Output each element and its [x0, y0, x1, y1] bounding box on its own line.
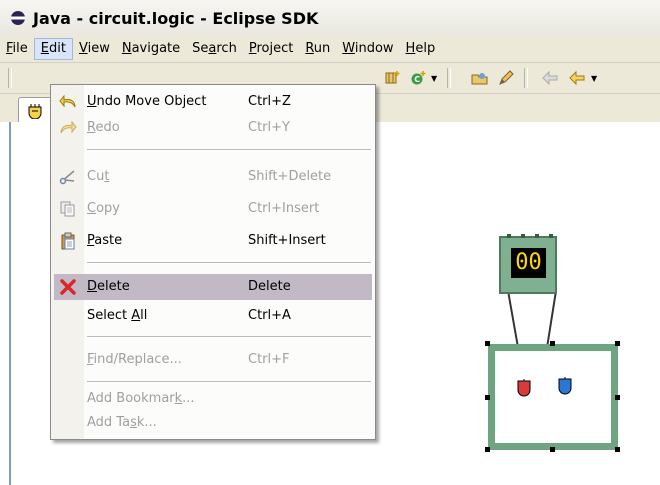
- menu-separator: [87, 336, 371, 338]
- toolbar-separator: [8, 68, 12, 88]
- selection-handle[interactable]: [615, 341, 620, 346]
- redo-icon: [59, 119, 77, 137]
- menu-project[interactable]: Project: [243, 38, 300, 60]
- menu-search[interactable]: Search: [186, 38, 243, 60]
- selection-handle[interactable]: [550, 341, 555, 346]
- window-title: Java - circuit.logic - Eclipse SDK: [33, 8, 319, 28]
- menu-separator: [87, 381, 371, 383]
- menu-accelerator: Ctrl+F: [248, 352, 290, 367]
- menu-view[interactable]: View: [73, 38, 116, 60]
- title-bar: Java - circuit.logic - Eclipse SDK: [0, 0, 660, 37]
- menu-file[interactable]: File: [0, 38, 34, 60]
- selected-circuit-container[interactable]: [488, 344, 618, 450]
- menu-edit[interactable]: Edit: [33, 38, 73, 60]
- menu-accelerator: Ctrl+A: [248, 308, 291, 323]
- logic-file-icon: [28, 103, 42, 119]
- menu-accelerator: Shift+Insert: [248, 233, 326, 248]
- menu-item-paste[interactable]: Paste Shift+Insert: [51, 228, 375, 254]
- menu-window[interactable]: Window: [336, 38, 399, 60]
- menu-accelerator: Ctrl+Z: [248, 94, 291, 109]
- delete-icon: [59, 278, 77, 296]
- hex-display-value: 00: [511, 248, 546, 278]
- menu-item-copy[interactable]: Copy Ctrl+Insert: [51, 196, 375, 222]
- menu-item-add-bookmark[interactable]: Add Bookmark...: [51, 386, 375, 412]
- selection-handle[interactable]: [615, 395, 620, 400]
- menu-accelerator: Delete: [248, 279, 291, 294]
- menu-accelerator: Ctrl+Insert: [248, 201, 320, 216]
- menu-item-cut[interactable]: Cut Shift+Delete: [51, 164, 375, 190]
- svg-text:C: C: [414, 75, 420, 84]
- copy-icon: [59, 200, 77, 218]
- toolbar-separator: [524, 68, 528, 88]
- new-package-icon[interactable]: [382, 68, 402, 88]
- menu-bar: File Edit View Navigate Search Project R…: [0, 36, 660, 63]
- chevron-down-icon[interactable]: ▼: [431, 74, 437, 83]
- led-blue-icon[interactable]: [558, 377, 572, 397]
- paste-icon: [59, 232, 77, 250]
- selection-handle[interactable]: [485, 395, 490, 400]
- edit-menu-dropdown: Undo Move Object Ctrl+Z Redo Ctrl+Y Cut …: [50, 84, 376, 440]
- menu-item-select-all[interactable]: Select All Ctrl+A: [51, 303, 375, 329]
- menu-navigate[interactable]: Navigate: [116, 38, 186, 60]
- edit-pencil-icon[interactable]: [496, 68, 516, 88]
- menu-item-redo[interactable]: Redo Ctrl+Y: [51, 115, 375, 141]
- menu-accelerator: Shift+Delete: [248, 169, 332, 184]
- menu-separator: [87, 262, 371, 264]
- menu-help[interactable]: Help: [400, 38, 442, 60]
- editor-tab-circuit[interactable]: [18, 97, 52, 123]
- selection-handle[interactable]: [485, 447, 490, 452]
- chevron-down-icon[interactable]: ▼: [591, 74, 597, 83]
- selection-handle[interactable]: [615, 447, 620, 452]
- back-arrow-disabled-icon: [540, 68, 560, 88]
- hex-display-chip[interactable]: 00: [499, 234, 557, 294]
- open-type-icon[interactable]: [470, 68, 490, 88]
- led-red-icon[interactable]: [517, 379, 531, 399]
- new-class-icon[interactable]: C: [408, 68, 428, 88]
- menu-separator: [87, 149, 371, 151]
- menu-item-undo[interactable]: Undo Move Object Ctrl+Z: [51, 89, 375, 115]
- selection-handle[interactable]: [485, 341, 490, 346]
- menu-item-find-replace[interactable]: Find/Replace... Ctrl+F: [51, 347, 375, 373]
- undo-icon: [59, 93, 77, 111]
- cut-icon: [59, 168, 77, 186]
- back-arrow-icon[interactable]: [567, 68, 587, 88]
- editor-left-border: [9, 122, 11, 485]
- toolbar-separator: [447, 68, 451, 88]
- menu-run[interactable]: Run: [299, 38, 336, 60]
- menu-item-add-task[interactable]: Add Task...: [51, 410, 375, 436]
- eclipse-icon: [9, 9, 27, 27]
- menu-accelerator: Ctrl+Y: [248, 120, 290, 135]
- menu-item-delete[interactable]: Delete Delete: [54, 274, 372, 300]
- selection-handle[interactable]: [550, 447, 555, 452]
